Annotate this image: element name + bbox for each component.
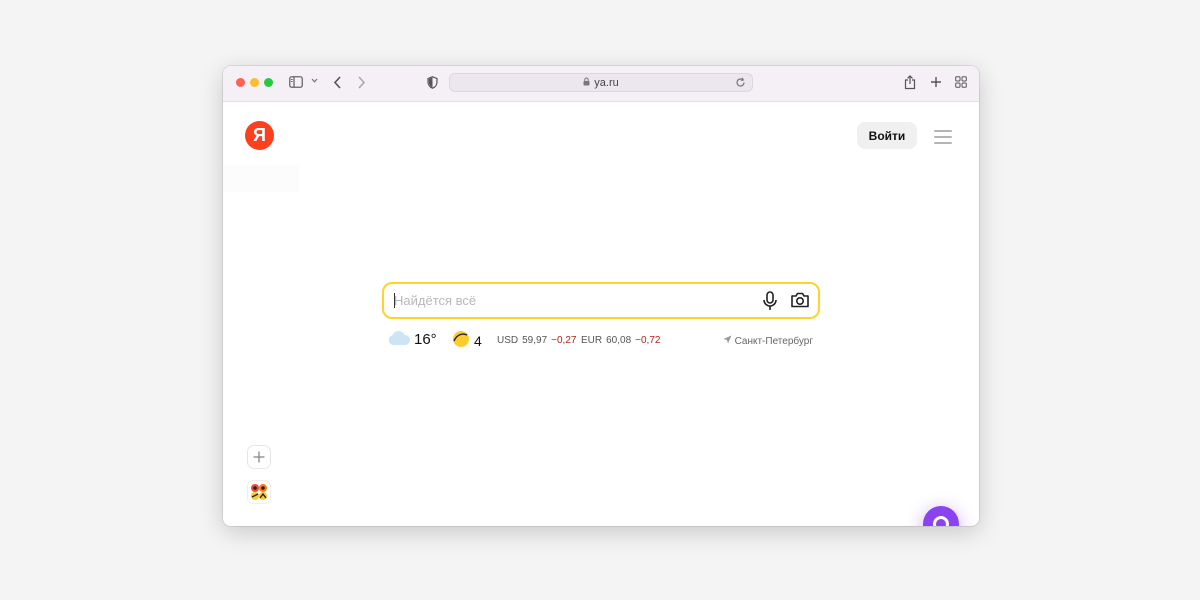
- traffic-score: 4: [474, 332, 482, 349]
- informers-bar: 16° 4 USD 59,97 −0,27 EUR 60,08 −0,72 Са…: [387, 328, 813, 352]
- add-service-button[interactable]: [247, 445, 271, 469]
- login-button[interactable]: Войти: [857, 122, 917, 149]
- chevron-down-icon[interactable]: [311, 78, 318, 83]
- alice-icon: [933, 516, 949, 526]
- minimize-window-button[interactable]: [250, 78, 259, 87]
- cloud-icon: [387, 330, 411, 349]
- weather-informer[interactable]: 16°: [387, 330, 437, 349]
- traffic-informer[interactable]: 4: [452, 330, 482, 351]
- usd-rate[interactable]: USD 59,97 −0,27: [497, 335, 576, 346]
- yandex-logo[interactable]: Я: [245, 121, 274, 150]
- back-icon[interactable]: [333, 76, 342, 89]
- usd-value: 59,97: [522, 335, 548, 346]
- sidebar-icon[interactable]: [289, 76, 303, 88]
- lock-icon: [583, 77, 590, 89]
- plus-icon: [253, 451, 265, 463]
- reload-icon[interactable]: [735, 77, 746, 91]
- tab-overview-icon[interactable]: [955, 76, 967, 88]
- usd-label: USD: [497, 335, 519, 346]
- location-arrow-icon: [723, 335, 732, 347]
- eur-value: 60,08: [606, 335, 632, 346]
- close-window-button[interactable]: [236, 78, 245, 87]
- text-caret: [394, 293, 395, 308]
- new-tab-icon[interactable]: [930, 76, 942, 88]
- hamburger-menu-icon[interactable]: [934, 130, 952, 144]
- location-informer[interactable]: Санкт-Петербург: [723, 335, 813, 347]
- eur-change: −0,72: [635, 335, 661, 346]
- search-box: [382, 282, 820, 319]
- page-content: Я Войти 16°: [223, 102, 979, 526]
- weather-temperature: 16°: [414, 331, 437, 348]
- usd-change: −0,27: [551, 335, 577, 346]
- privacy-shield-icon[interactable]: [427, 76, 438, 89]
- traffic-lights-icon: [452, 330, 470, 351]
- zoom-window-button[interactable]: [264, 78, 273, 87]
- forward-icon[interactable]: [357, 76, 366, 89]
- camera-search-icon[interactable]: [790, 291, 810, 314]
- address-text: ya.ru: [594, 76, 619, 89]
- logo-shadow-placeholder: [223, 166, 299, 192]
- browser-window: ya.ru Я Войти Найдётся всё 16° 4 USD 59,…: [223, 66, 979, 526]
- address-bar[interactable]: ya.ru: [449, 73, 753, 92]
- city-name: Санкт-Петербург: [734, 335, 813, 347]
- browser-toolbar: ya.ru: [223, 66, 979, 102]
- logo-letter: Я: [253, 125, 266, 145]
- services-apps-icon[interactable]: [247, 480, 271, 504]
- eur-rate[interactable]: EUR 60,08 −0,72: [581, 335, 660, 346]
- eur-label: EUR: [581, 335, 603, 346]
- search-input[interactable]: [394, 284, 744, 317]
- share-icon[interactable]: [904, 75, 916, 90]
- alice-assistant-button[interactable]: [923, 506, 959, 526]
- microphone-icon[interactable]: [762, 291, 778, 316]
